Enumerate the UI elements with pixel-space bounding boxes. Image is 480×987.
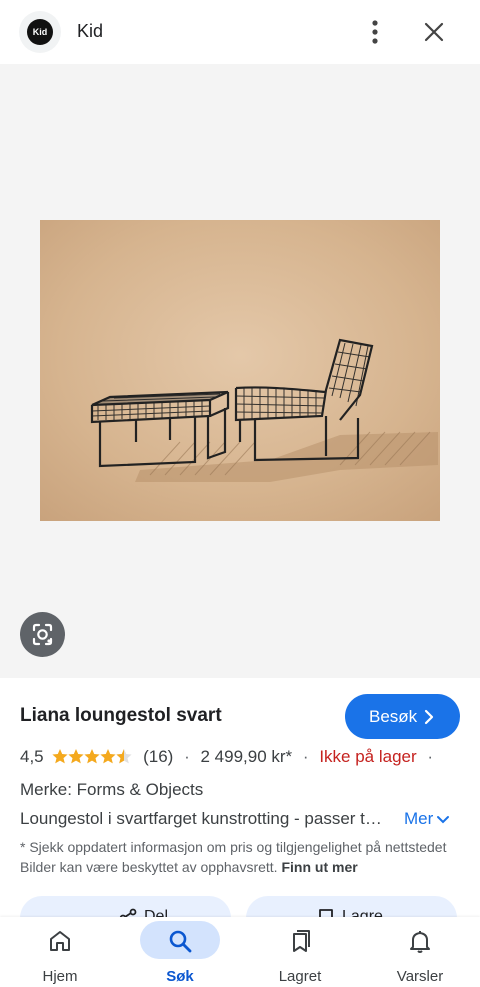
bottom-navigation: Hjem Søk Lagret Varsler	[0, 917, 480, 987]
image-viewer	[0, 64, 480, 678]
product-image[interactable]	[40, 220, 440, 521]
disclaimer: * Sjekk oppdatert informasjon om pris og…	[20, 837, 460, 877]
chevron-down-icon	[437, 815, 450, 823]
nav-notifications-label: Varsler	[396, 968, 444, 985]
separator: ·	[427, 746, 434, 766]
learn-more-link[interactable]: Finn ut mer	[281, 859, 357, 875]
nav-search[interactable]: Søk	[120, 917, 240, 987]
stock-status: Ikke på lager	[319, 746, 417, 766]
star-rating	[52, 748, 132, 763]
bell-icon	[410, 931, 430, 953]
site-logo-text: Kid	[27, 19, 53, 45]
bookmarks-icon	[293, 930, 310, 952]
lens-search-button[interactable]	[20, 612, 65, 657]
more-button[interactable]: Mer	[404, 809, 450, 829]
lens-icon	[32, 623, 53, 646]
more-button-label: Mer	[404, 809, 434, 828]
close-button[interactable]	[416, 14, 452, 50]
site-logo[interactable]: Kid	[19, 11, 61, 53]
home-icon	[50, 931, 70, 951]
visit-button[interactable]: Besøk	[345, 694, 460, 739]
top-bar: Kid Kid	[0, 0, 480, 64]
search-icon	[169, 930, 192, 953]
more-options-button[interactable]	[358, 14, 392, 50]
review-count[interactable]: (16)	[143, 747, 173, 767]
nav-home[interactable]: Hjem	[0, 917, 120, 987]
nav-saved[interactable]: Lagret	[240, 917, 360, 987]
nav-search-label: Søk	[166, 968, 194, 985]
price: 2 499,90 kr*	[200, 746, 293, 766]
nav-notifications[interactable]: Varsler	[360, 917, 480, 987]
nav-home-label: Hjem	[42, 968, 78, 985]
brand-label: Merke: Forms & Objects	[20, 780, 204, 799]
close-icon	[424, 22, 444, 42]
product-description: Loungestol i svartfarget kunstrotting - …	[20, 809, 385, 828]
chevron-right-icon	[424, 709, 434, 725]
nav-saved-label: Lagret	[278, 968, 322, 985]
site-name[interactable]: Kid	[77, 21, 103, 42]
product-info-panel: Liana loungestol svart Besøk 4,5 (16) · …	[0, 678, 480, 940]
rating-value: 4,5	[20, 746, 44, 766]
separator: ·	[184, 746, 190, 766]
visit-button-label: Besøk	[369, 707, 418, 726]
more-vert-icon	[372, 20, 378, 44]
rating-row: 4,5 (16) · 2 499,90 kr* · Ikke på lager …	[20, 746, 439, 768]
separator: ·	[302, 746, 309, 766]
disclaimer-text: * Sjekk oppdatert informasjon om pris og…	[20, 839, 447, 875]
product-title: Liana loungestol svart	[20, 705, 222, 726]
